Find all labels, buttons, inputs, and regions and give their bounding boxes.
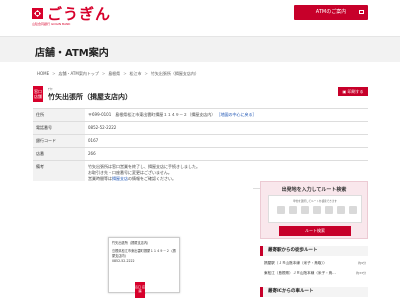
- logo-text[interactable]: ごうぎん: [47, 3, 111, 24]
- tel-label: 電話番号: [33, 121, 85, 135]
- map-center-link[interactable]: ［地図の中心に戻る］: [217, 112, 257, 117]
- route-item-time: 約33分: [356, 271, 366, 275]
- breadcrumb-separator-icon: >: [123, 71, 127, 76]
- store-header: 窓口 店舗 ﾁｸﾔ 竹矢出張所（揖屋支店内） ▣ 印刷する: [33, 86, 368, 104]
- map-marker-icon[interactable]: 窓口 店舗: [135, 282, 145, 298]
- car-icon[interactable]: [301, 206, 309, 214]
- print-button[interactable]: ▣ 印刷する: [338, 87, 368, 96]
- station-route-heading: 最寄駅からの徒歩ルート: [260, 246, 368, 256]
- route-item-label: 揖屋駅（ＪＲ山陰本線（米子・鳥取））: [264, 261, 327, 265]
- route-item-label: 東松江（島根県）ＪＲ山陰本線（米子・鳥...: [264, 271, 336, 275]
- breadcrumb-home[interactable]: HOME: [37, 71, 49, 76]
- atm-guide-button[interactable]: ATMのご案内: [294, 5, 368, 20]
- store-info-table: 住所 〒699-0101 島根県松江市東出雲町揖屋１１４９－２（揖屋支店内） ［…: [33, 108, 368, 189]
- popup-address: 島根県松江市東出雲町揖屋１１４９－２（揖屋支店内）: [112, 249, 176, 258]
- address-value: 〒699-0101 島根県松江市東出雲町揖屋１１４９－２（揖屋支店内）: [88, 112, 216, 117]
- table-row: 銀行コード 0167: [33, 134, 368, 148]
- bicycle-icon[interactable]: [289, 206, 297, 214]
- route-origin-selector[interactable]: 単位を選択してルートを検索できます: [268, 195, 362, 223]
- address-cell: 〒699-0101 島根県松江市東出雲町揖屋１１４９－２（揖屋支店内） ［地図の…: [85, 108, 368, 122]
- bank-code-value: 0167: [85, 134, 368, 148]
- popup-tel: 0852-52-2222: [112, 259, 135, 263]
- route-panel: 出発地を入力してルート検索 単位を選択してルートを検索できます ルート検索 最寄…: [260, 181, 368, 300]
- route-search-button[interactable]: ルート検索: [279, 226, 351, 236]
- ic-route-heading: 最寄ICからの車ルート: [260, 287, 368, 297]
- store-number-value: 266: [85, 147, 368, 161]
- external-window-icon: [359, 10, 364, 14]
- store-number-label: 店番: [33, 147, 85, 161]
- taxi-icon[interactable]: [337, 206, 345, 214]
- atm-guide-label: ATMのご案内: [315, 9, 347, 15]
- store-name: 竹矢出張所（揖屋支店内）: [48, 93, 132, 101]
- logo-subtext: 山陰合同銀行 GOGIN BANK: [32, 22, 71, 26]
- table-row: 住所 〒699-0101 島根県松江市東出雲町揖屋１１４９－２（揖屋支店内） ［…: [33, 108, 368, 122]
- train-icon[interactable]: [325, 206, 333, 214]
- breadcrumb-current: 竹矢出張所（揖屋支店内）: [150, 71, 199, 76]
- route-item-station-2[interactable]: 東松江（島根県）ＪＲ山陰本線（米子・鳥... 約33分: [264, 271, 368, 276]
- plane-icon[interactable]: [349, 206, 357, 214]
- breadcrumb-separator-icon: >: [52, 71, 56, 76]
- breadcrumb: HOME > 店舗・ATM案内トップ > 島根県 > 松江市 > 竹矢出張所（揖屋支店内）: [37, 71, 199, 77]
- tel-value: 0852-52-2222: [85, 121, 368, 135]
- route-item-time: 約9分: [358, 261, 366, 265]
- route-input-label: 単位を選択してルートを検索できます: [292, 200, 338, 203]
- bus-icon[interactable]: [313, 206, 321, 214]
- site-header: ごうぎん 山陰合同銀行 GOGIN BANK ATMのご案内: [0, 0, 400, 30]
- address-label: 住所: [33, 108, 85, 122]
- bank-code-label: 銀行コード: [33, 134, 85, 148]
- page-title-bar: 店舗・ATM案内: [0, 36, 400, 62]
- route-search-box: 出発地を入力してルート検索 単位を選択してルートを検索できます ルート検索: [260, 181, 368, 239]
- print-label: 印刷する: [347, 89, 364, 94]
- breadcrumb-prefecture[interactable]: 島根県: [108, 71, 120, 76]
- store-name-kana: ﾁｸﾔ: [48, 87, 53, 91]
- store-type-badge: 窓口 店舗: [33, 86, 43, 102]
- breadcrumb-separator-icon: >: [101, 71, 106, 76]
- walk-icon[interactable]: [277, 206, 285, 214]
- page-title: 店舗・ATM案内: [35, 48, 109, 59]
- transport-icons: [277, 206, 357, 216]
- breadcrumb-separator-icon: >: [144, 71, 148, 76]
- route-search-title: 出発地を入力してルート検索: [281, 187, 347, 193]
- route-item-station-1[interactable]: 揖屋駅（ＪＲ山陰本線（米子・鳥取）） 約9分: [264, 261, 368, 266]
- section-heading-text: 最寄ICからの車ルート: [268, 289, 314, 294]
- table-row: 電話番号 0852-52-2222: [33, 121, 368, 135]
- gogin-logo-icon[interactable]: [32, 8, 43, 19]
- breadcrumb-store-top[interactable]: 店舗・ATM案内トップ: [59, 71, 99, 76]
- section-heading-text: 最寄駅からの徒歩ルート: [268, 248, 318, 253]
- breadcrumb-city[interactable]: 松江市: [130, 71, 142, 76]
- table-row: 店番 266: [33, 147, 368, 161]
